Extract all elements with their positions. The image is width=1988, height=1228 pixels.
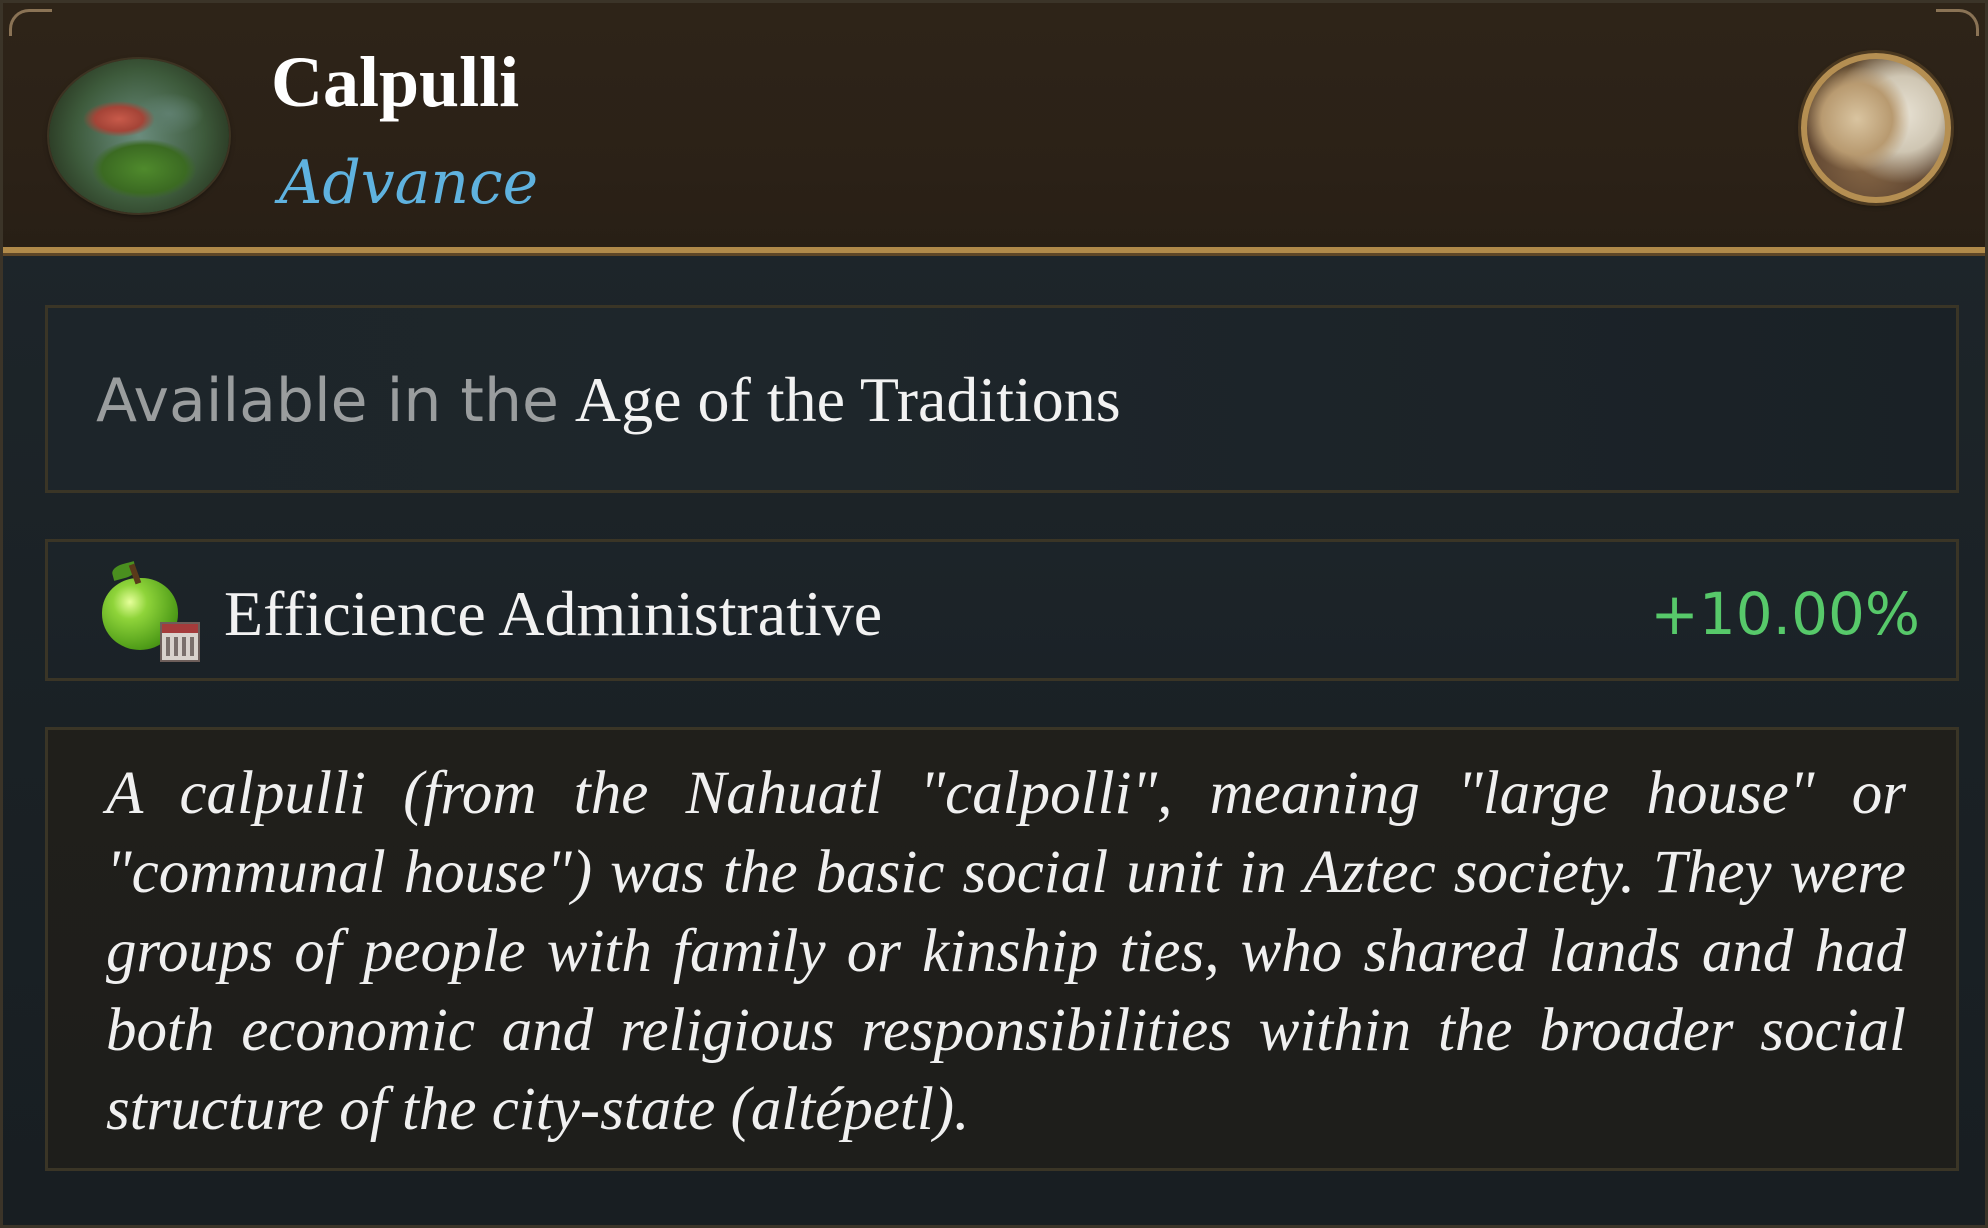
corner-ornament-left — [9, 9, 52, 36]
availability-text: Available in the Age of the Traditions — [96, 358, 1121, 443]
availability-prefix: Available in the — [96, 366, 559, 436]
apple-calendar-icon — [102, 560, 202, 670]
advance-tooltip: Calpulli Advance Available in the Age of… — [0, 0, 1988, 1228]
corner-ornament-right — [1936, 9, 1979, 36]
effect-label: Efficience Administrative — [224, 578, 883, 649]
leader-portrait-icon[interactable] — [1801, 53, 1951, 203]
calpulli-advance-icon — [49, 59, 229, 213]
description-panel: A calpulli (from the Nahuatl "calpolli",… — [45, 727, 1959, 1171]
tooltip-header: Calpulli Advance — [3, 3, 1985, 253]
calendar-icon — [160, 622, 200, 662]
description-text: A calpulli (from the Nahuatl "calpolli",… — [106, 760, 1906, 1143]
availability-age: Age of the Traditions — [574, 364, 1121, 435]
advance-title: Calpulli — [271, 42, 520, 122]
effect-value: +10.00% — [1650, 580, 1920, 648]
effect-row: Efficience Administrative +10.00% — [45, 539, 1959, 681]
availability-panel: Available in the Age of the Traditions — [45, 305, 1959, 493]
advance-type-label: Advance — [279, 148, 539, 218]
